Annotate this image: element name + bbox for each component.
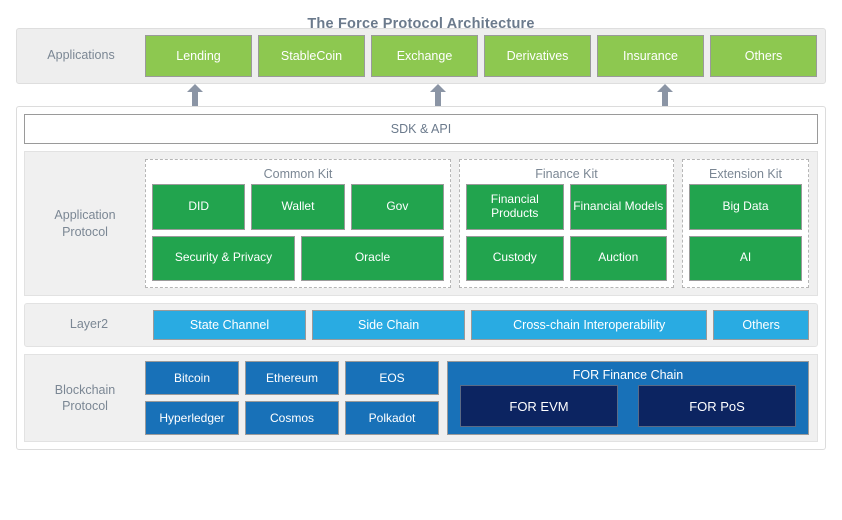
- for-finance-chain-title: FOR Finance Chain: [572, 368, 684, 382]
- finance-kit-rows: Financial Products Financial Models Cust…: [466, 184, 667, 281]
- chain-chip[interactable]: EOS: [345, 361, 439, 395]
- connector-arrows: [16, 84, 826, 106]
- common-kit-title: Common Kit: [263, 167, 333, 181]
- kit-row: Security & Privacy Oracle: [152, 235, 444, 281]
- kit-chip[interactable]: Auction: [569, 235, 667, 281]
- arrow-up-icon: [656, 84, 674, 106]
- application-protocol-label-line1: Application: [54, 208, 116, 223]
- chain-chip[interactable]: Bitcoin: [145, 361, 239, 395]
- application-chip[interactable]: StableCoin: [258, 35, 365, 77]
- arrow-up-icon: [186, 84, 204, 106]
- blockchain-protocol-label-line1: Blockchain: [54, 382, 116, 397]
- kit-chip[interactable]: Big Data: [689, 184, 802, 230]
- finance-kit-panel: Finance Kit Financial Products Financial…: [459, 159, 674, 288]
- public-chain-grid: Bitcoin Ethereum EOS Hyperledger Cosmos …: [145, 361, 439, 435]
- extension-kit-rows: Big Data AI: [689, 184, 802, 281]
- kit-chip[interactable]: Wallet: [251, 184, 345, 230]
- for-finance-chain-panel: FOR Finance Chain FOR EVM FOR PoS: [447, 361, 809, 435]
- extension-kit-panel: Extension Kit Big Data AI: [682, 159, 809, 288]
- layer2-chip[interactable]: Others: [713, 310, 809, 340]
- layer2-chip[interactable]: Cross-chain Interoperability: [471, 310, 708, 340]
- kit-chip[interactable]: Financial Products: [466, 184, 564, 230]
- chain-chip[interactable]: Hyperledger: [145, 401, 239, 435]
- kit-chip[interactable]: DID: [152, 184, 246, 230]
- applications-chip-list: Lending StableCoin Exchange Derivatives …: [145, 35, 825, 77]
- application-chip[interactable]: Exchange: [371, 35, 478, 77]
- sdk-api-bar[interactable]: SDK & API: [24, 114, 818, 144]
- finance-kit-title: Finance Kit: [535, 167, 598, 181]
- layer2-band: Layer2 State Channel Side Chain Cross-ch…: [24, 303, 818, 347]
- application-protocol-label: Application Protocol: [25, 159, 145, 288]
- page-title: The Force Protocol Architecture: [307, 16, 535, 32]
- kit-row: Financial Products Financial Models: [466, 184, 667, 230]
- application-protocol-label-line2: Protocol: [62, 224, 108, 239]
- layer2-chip[interactable]: State Channel: [153, 310, 307, 340]
- for-finance-chain-items: FOR EVM FOR PoS: [454, 385, 802, 427]
- for-chain-chip[interactable]: FOR EVM: [460, 385, 618, 427]
- application-chip[interactable]: Lending: [145, 35, 252, 77]
- kit-chip[interactable]: Oracle: [301, 235, 444, 281]
- layer2-chip[interactable]: Side Chain: [312, 310, 466, 340]
- applications-band: Applications Lending StableCoin Exchange…: [16, 28, 826, 84]
- protocol-stack: SDK & API Application Protocol Common Ki…: [16, 106, 826, 450]
- common-kit-rows: DID Wallet Gov Security & Privacy Oracle: [152, 184, 444, 281]
- kit-chip[interactable]: Custody: [466, 235, 564, 281]
- chain-chip[interactable]: Polkadot: [345, 401, 439, 435]
- chain-row: Bitcoin Ethereum EOS: [145, 361, 439, 395]
- kit-row: Big Data: [689, 184, 802, 230]
- chain-row: Hyperledger Cosmos Polkadot: [145, 401, 439, 435]
- layer2-band-label: Layer2: [69, 317, 109, 332]
- kit-row: Custody Auction: [466, 235, 667, 281]
- application-protocol-band: Application Protocol Common Kit DID Wall…: [24, 151, 818, 296]
- extension-kit-title: Extension Kit: [709, 167, 782, 181]
- kit-group: Common Kit DID Wallet Gov Security & Pri…: [145, 159, 809, 288]
- kit-chip[interactable]: Financial Models: [569, 184, 667, 230]
- kit-chip[interactable]: AI: [689, 235, 802, 281]
- architecture-diagram: The Force Protocol Architecture Applicat…: [0, 0, 842, 520]
- blockchain-protocol-band: Blockchain Protocol Bitcoin Ethereum EOS…: [24, 354, 818, 442]
- application-chip[interactable]: Derivatives: [484, 35, 591, 77]
- kit-row: AI: [689, 235, 802, 281]
- arrow-up-icon: [429, 84, 447, 106]
- for-chain-chip[interactable]: FOR PoS: [638, 385, 796, 427]
- applications-band-label: Applications: [47, 48, 115, 63]
- chain-chip[interactable]: Cosmos: [245, 401, 339, 435]
- kit-row: DID Wallet Gov: [152, 184, 444, 230]
- chain-chip[interactable]: Ethereum: [245, 361, 339, 395]
- kit-chip[interactable]: Gov: [350, 184, 444, 230]
- kit-chip[interactable]: Security & Privacy: [152, 235, 295, 281]
- blockchain-body: Bitcoin Ethereum EOS Hyperledger Cosmos …: [145, 361, 809, 435]
- layer2-chip-list: State Channel Side Chain Cross-chain Int…: [153, 310, 817, 340]
- application-chip[interactable]: Others: [710, 35, 817, 77]
- application-chip[interactable]: Insurance: [597, 35, 704, 77]
- blockchain-protocol-label-line2: Protocol: [62, 399, 108, 413]
- common-kit-panel: Common Kit DID Wallet Gov Security & Pri…: [145, 159, 451, 288]
- blockchain-protocol-label: Blockchain Protocol: [25, 361, 145, 435]
